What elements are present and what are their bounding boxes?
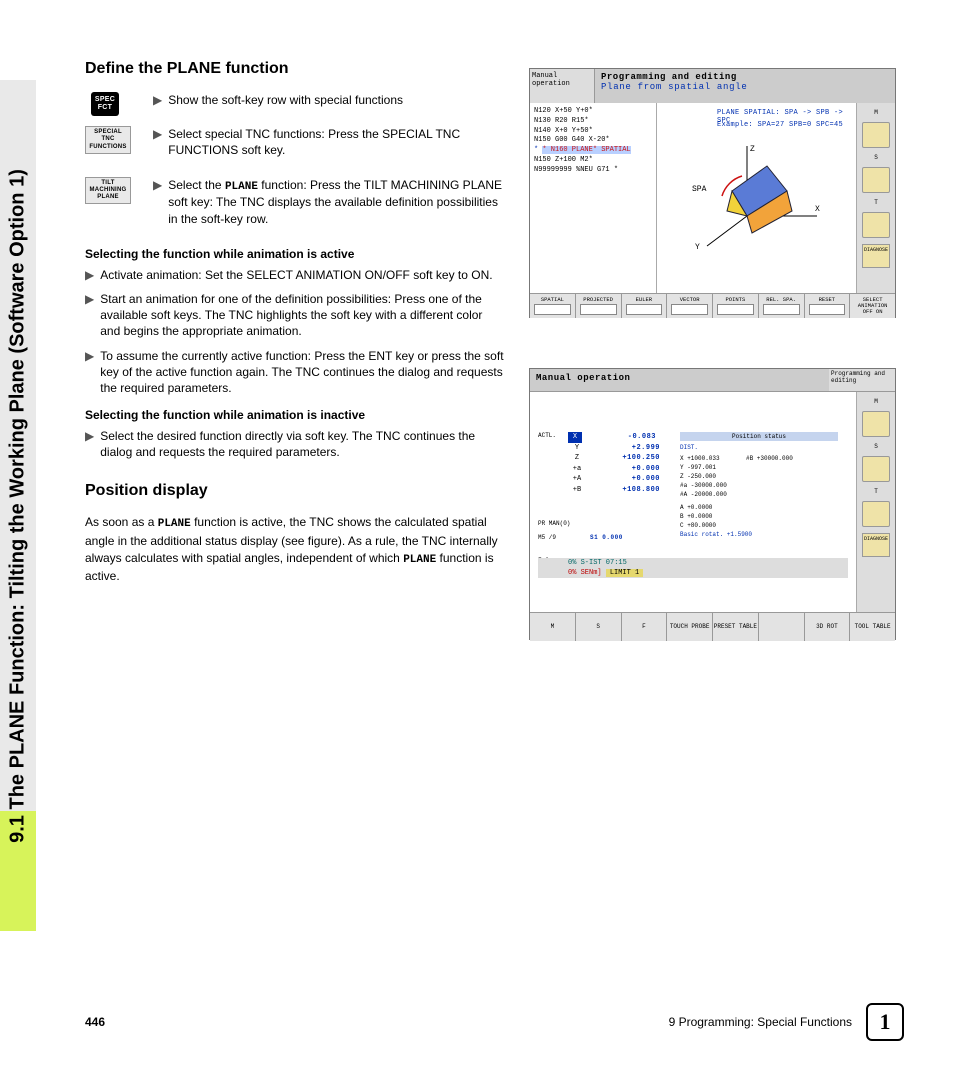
softkey-row: SPATIAL PROJECTED EULER VECTOR POINTS RE…	[530, 293, 895, 318]
bullet-text: Start an animation for one of the defini…	[100, 291, 505, 340]
bullet-text: Activate animation: Set the SELECT ANIMA…	[100, 267, 492, 283]
bullet-icon: ▶	[85, 428, 94, 460]
bullet-text: To assume the currently active function:…	[100, 348, 505, 397]
bullet-icon: ▶	[153, 92, 162, 108]
m-button-icon	[862, 122, 890, 148]
position-para: As soon as a PLANE function is active, t…	[85, 514, 505, 584]
diagnose-button: DIAGNOSE	[862, 533, 890, 557]
spec-fct-key: SPEC FCT	[91, 92, 119, 116]
screen2-title: Manual operation	[530, 369, 829, 391]
svg-text:SPA: SPA	[692, 185, 707, 194]
softkey-row-2: M S F TOUCH PROBE PRESET TABLE 3D ROT TO…	[530, 612, 895, 641]
bullet-text: Select the PLANE function: Press the TIL…	[168, 177, 505, 227]
actl-label: ACTL.	[538, 432, 556, 439]
subheading-anim-active: Selecting the function while animation i…	[85, 247, 505, 261]
diagnose-button: DIAGNOSE	[862, 244, 890, 268]
nc-code-listing: N120 X+50 Y+0* N130 R20 R15* N140 X+0 Y+…	[530, 103, 657, 293]
status-bars: 0% S-IST 07:15 0% SENm] LIMIT 1	[538, 558, 848, 578]
page-number: 446	[85, 1015, 105, 1029]
t-button-icon	[862, 212, 890, 238]
heading-position-display: Position display	[85, 482, 505, 500]
bullet-icon: ▶	[153, 126, 162, 158]
m-button-icon	[862, 411, 890, 437]
bullet-text: Select special TNC functions: Press the …	[168, 126, 505, 158]
svg-text:Z: Z	[750, 145, 755, 154]
screen2-mode: Programming and editing	[829, 369, 895, 391]
s-button-icon	[862, 167, 890, 193]
svg-text:X: X	[815, 205, 820, 214]
tilt-machining-softkey: TILT MACHINING PLANE	[85, 177, 131, 205]
svg-text:Y: Y	[695, 243, 700, 252]
mode-label: Manual operation	[530, 69, 595, 103]
bullet-text: Show the soft-key row with special funct…	[168, 92, 403, 108]
bullet-icon: ▶	[85, 291, 94, 340]
screen-title-1: Programming and editing	[601, 72, 889, 82]
screenshot-manual-op: Manual operation Programming and editing…	[529, 368, 896, 640]
s-button-icon	[862, 456, 890, 482]
special-tnc-softkey: SPECIAL TNC FUNCTIONS	[85, 126, 131, 154]
coordinate-table: X-0.083 Y+2.999 Z+100.250 +a+0.000 +A+0.…	[568, 432, 660, 495]
info-icon: 1	[866, 1003, 904, 1041]
t-button-icon	[862, 501, 890, 527]
heading-define-plane: Define the PLANE function	[85, 60, 505, 78]
bullet-icon: ▶	[85, 348, 94, 397]
screenshot-programming: Manual operation Programming and editing…	[529, 68, 896, 318]
section-tab: 9.1 The PLANE Function: Tilting the Work…	[0, 80, 36, 931]
distance-panel: Position status DIST. X +1000.033#B +300…	[680, 432, 838, 539]
subheading-anim-inactive: Selecting the function while animation i…	[85, 408, 505, 422]
bullet-icon: ▶	[153, 177, 162, 227]
plane-graphic: PLANE SPATIAL: SPA -> SPB -> SPC Example…	[657, 103, 856, 293]
section-title: 9.1 The PLANE Function: Tilting the Work…	[7, 169, 30, 843]
bullet-text: Select the desired function directly via…	[100, 428, 505, 460]
bullet-icon: ▶	[85, 267, 94, 283]
chapter-label: 9 Programming: Special Functions	[669, 1015, 852, 1029]
screen-title-2: Plane from spatial angle	[601, 82, 889, 92]
